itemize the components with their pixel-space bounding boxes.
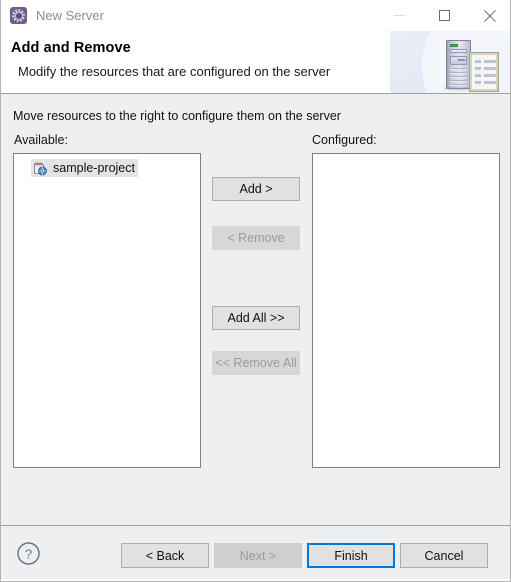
window-controls bbox=[377, 0, 510, 31]
window-title: New Server bbox=[36, 8, 104, 23]
page-title: Add and Remove bbox=[11, 40, 131, 56]
dialog-body: Move resources to the right to configure… bbox=[1, 95, 510, 525]
available-label: Available: bbox=[14, 133, 68, 147]
document-icon bbox=[469, 52, 499, 92]
configured-list[interactable] bbox=[312, 153, 500, 468]
server-gear-icon bbox=[10, 7, 27, 24]
wizard-header: Add and Remove Modify the resources that… bbox=[1, 31, 510, 94]
close-icon[interactable] bbox=[467, 0, 510, 31]
new-server-dialog: New Server Add and Remove Modify the res… bbox=[0, 0, 511, 582]
server-tower-icon bbox=[443, 40, 475, 91]
remove-all-button: << Remove All bbox=[212, 351, 300, 375]
title-bar: New Server bbox=[1, 0, 510, 31]
add-all-button[interactable]: Add All >> bbox=[212, 306, 300, 330]
header-banner bbox=[390, 31, 510, 93]
list-item[interactable]: sample-project bbox=[31, 159, 138, 177]
page-description: Modify the resources that are configured… bbox=[18, 64, 331, 79]
svg-text:?: ? bbox=[25, 547, 32, 562]
available-list[interactable]: sample-project bbox=[13, 153, 201, 468]
add-button[interactable]: Add > bbox=[212, 177, 300, 201]
minimize-icon[interactable] bbox=[377, 0, 422, 31]
instruction-text: Move resources to the right to configure… bbox=[13, 109, 341, 123]
next-button: Next > bbox=[214, 543, 302, 568]
finish-button[interactable]: Finish bbox=[307, 543, 395, 568]
remove-button: < Remove bbox=[212, 226, 300, 250]
back-button[interactable]: < Back bbox=[121, 543, 209, 568]
help-question-icon[interactable]: ? bbox=[17, 542, 40, 570]
dialog-footer: ? < Back Next > Finish Cancel bbox=[1, 525, 510, 580]
cancel-button[interactable]: Cancel bbox=[400, 543, 488, 568]
maximize-icon[interactable] bbox=[422, 0, 467, 31]
configured-label: Configured: bbox=[312, 133, 377, 147]
project-icon bbox=[32, 160, 48, 176]
list-item-label: sample-project bbox=[53, 161, 135, 175]
window-bottom-edge bbox=[1, 579, 510, 581]
